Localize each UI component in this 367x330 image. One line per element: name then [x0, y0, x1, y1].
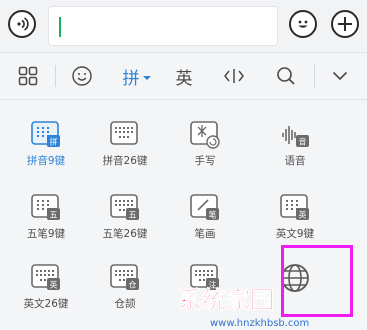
voice-icon: [17, 17, 29, 31]
input-method-label: 英文26键: [23, 298, 69, 310]
toolbar-divider: [314, 65, 315, 87]
keyboard-icon: 注: [190, 264, 219, 290]
input-method-icon: 音: [280, 121, 310, 147]
cangjie-option[interactable]: 仓 仓颉: [90, 264, 160, 322]
english-tab[interactable]: 英: [166, 53, 202, 99]
message-input[interactable]: [48, 6, 278, 46]
svg-text:音: 音: [299, 137, 307, 147]
keyboard-toolbar: 拼 英: [0, 53, 367, 100]
highlight-box: [281, 245, 353, 317]
smiley-outline-icon: [72, 66, 92, 86]
handwriting-option[interactable]: 手写: [170, 121, 240, 179]
input-method-icon: 五: [110, 194, 140, 220]
pinyin-tab[interactable]: 拼: [114, 53, 160, 99]
toolbar-divider: [55, 65, 56, 87]
input-method-label: 仓颉: [114, 298, 136, 310]
emoji-tab[interactable]: [64, 53, 100, 99]
add-button[interactable]: [331, 10, 359, 38]
grid-icon: [18, 66, 38, 86]
input-method-icon: 英: [280, 194, 310, 220]
input-method-label: 拼音26键: [102, 155, 148, 167]
voice-button[interactable]: [8, 10, 36, 38]
keyboard-icon: 英: [31, 264, 60, 290]
svg-text:英: 英: [299, 210, 307, 220]
collapse-button[interactable]: [322, 53, 358, 99]
input-method-label: 五笔9键: [26, 228, 66, 240]
english-9-key-option[interactable]: 英 英文9键: [260, 194, 330, 252]
stroke-input-icon: 笔: [190, 194, 219, 220]
input-method-icon: 英: [31, 264, 61, 290]
input-method-label: 语音: [284, 155, 306, 167]
search-icon: [277, 67, 295, 85]
svg-text:五: 五: [50, 211, 58, 220]
wubi-9-key-option[interactable]: 五 五笔9键: [11, 194, 81, 252]
input-method-icon: 笔: [190, 194, 220, 220]
stroke-input-option[interactable]: 笔 笔画: [170, 194, 240, 252]
input-method-icon: 五: [31, 194, 61, 220]
svg-text:注: 注: [209, 280, 217, 290]
voice-input-option[interactable]: 音 语音: [260, 121, 330, 179]
keyboard-icon: 五: [110, 194, 139, 220]
svg-text:英: 英: [50, 280, 58, 290]
smiley-icon: [298, 20, 308, 28]
text-caret: [59, 17, 61, 37]
english-26-key-option[interactable]: 英 英文26键: [11, 264, 81, 322]
svg-text:笔: 笔: [209, 210, 217, 220]
pinyin-tab-label: 拼: [122, 68, 140, 89]
text-cursor-icon: [224, 69, 244, 83]
input-method-label: 五笔26键: [102, 228, 148, 240]
voice-wave-icon: 音: [282, 126, 309, 147]
pinyin-26-key-option[interactable]: 拼音26键: [90, 121, 160, 179]
input-method-label: 笔画: [194, 228, 216, 240]
search-tab[interactable]: [268, 53, 304, 99]
svg-text:五: 五: [129, 211, 137, 220]
keyboard-icon: 五: [31, 194, 60, 220]
keyboard-icon: 仓: [110, 264, 139, 290]
chevron-down-icon: [332, 71, 348, 81]
input-method-icon: 仓: [110, 264, 140, 290]
emoji-button[interactable]: [289, 10, 317, 38]
keyboard-icon: 拼: [31, 121, 60, 147]
pinyin-9-key-option[interactable]: 拼 拼音9键: [11, 121, 81, 179]
svg-text:仓: 仓: [129, 280, 137, 290]
input-method-label: 手写: [194, 155, 216, 167]
caret-down-icon: [142, 76, 151, 80]
input-method-label: 拼音9键: [26, 155, 66, 167]
cursor-tab[interactable]: [216, 53, 252, 99]
keyboard-icon: 英: [280, 194, 309, 220]
zhuyin-option[interactable]: 注: [170, 264, 240, 322]
menu-grid-button[interactable]: [10, 53, 46, 99]
wubi-26-key-option[interactable]: 五 五笔26键: [90, 194, 160, 252]
english-tab-label: 英: [175, 68, 193, 89]
keyboard-icon: [110, 121, 138, 145]
input-method-icon: [110, 121, 140, 147]
input-method-label: 英文9键: [275, 228, 315, 240]
handwriting-icon: [190, 121, 220, 149]
input-method-icon: 注: [190, 264, 220, 290]
input-bar: [0, 0, 367, 53]
plus-icon: [338, 17, 352, 31]
svg-text:拼: 拼: [50, 137, 58, 147]
input-method-icon: 拼: [31, 121, 61, 147]
input-method-icon: [190, 121, 220, 149]
